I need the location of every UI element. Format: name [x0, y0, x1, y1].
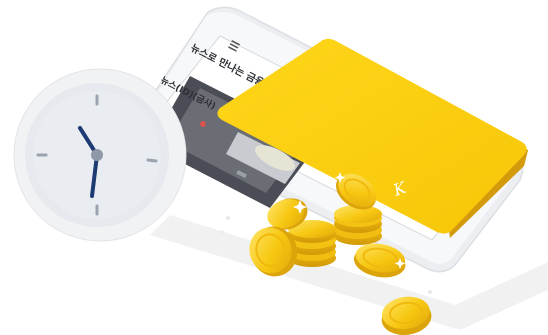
illustration-scene: 뉴스로 만나는 금융 뉴스(ID)(금사) K [0, 0, 548, 335]
clock-icon [13, 68, 187, 242]
illustration-canvas: 뉴스로 만나는 금융 뉴스(ID)(금사) K [0, 6, 548, 335]
